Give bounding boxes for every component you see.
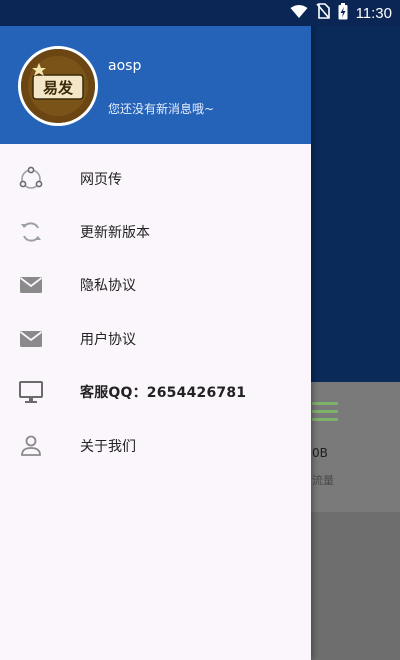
wifi-icon bbox=[290, 4, 308, 23]
menu-item-update[interactable]: 更新新版本 bbox=[0, 205, 311, 258]
menu-item-label: 更新新版本 bbox=[80, 225, 150, 242]
menu-item-about-us[interactable]: 关于我们 bbox=[0, 419, 311, 472]
svg-text:易发: 易发 bbox=[43, 79, 74, 97]
menu-item-label: 隐私协议 bbox=[80, 278, 136, 295]
share-icon bbox=[18, 166, 44, 192]
app-logo-icon: 易发 bbox=[21, 49, 95, 123]
background-card-value: 0B bbox=[312, 446, 328, 460]
battery-charging-icon bbox=[338, 2, 348, 24]
menu-item-label: 用户协议 bbox=[80, 331, 136, 348]
mail-icon bbox=[18, 326, 44, 352]
sync-icon bbox=[18, 219, 44, 245]
menu-item-label: 客服QQ：2654426781 bbox=[80, 385, 247, 402]
menu-item-privacy-policy[interactable]: 隐私协议 bbox=[0, 259, 311, 312]
navigation-drawer: 易发 aosp 您还没有新消息哦~ 网页传 更新新版本 隐私协议 用户协议 客服… bbox=[0, 0, 311, 660]
message-status: 您还没有新消息哦~ bbox=[108, 102, 215, 116]
drawer-menu: 网页传 更新新版本 隐私协议 用户协议 客服QQ：2654426781 关于我们 bbox=[0, 152, 311, 472]
menu-item-web-transfer[interactable]: 网页传 bbox=[0, 152, 311, 205]
status-bar: 11:30 bbox=[0, 0, 400, 26]
mail-icon bbox=[18, 272, 44, 298]
status-time: 11:30 bbox=[355, 4, 392, 22]
background-card-caption: 流量 bbox=[312, 474, 334, 487]
avatar[interactable]: 易发 bbox=[18, 46, 98, 126]
menu-item-customer-service[interactable]: 客服QQ：2654426781 bbox=[0, 366, 311, 419]
menu-item-label: 关于我们 bbox=[80, 438, 136, 455]
menu-item-label: 网页传 bbox=[80, 171, 122, 188]
menu-item-user-agreement[interactable]: 用户协议 bbox=[0, 312, 311, 365]
monitor-icon bbox=[18, 379, 44, 405]
no-sim-icon bbox=[315, 3, 330, 23]
menu-lines-icon bbox=[312, 402, 338, 422]
person-icon bbox=[18, 433, 44, 459]
drawer-header: 易发 aosp 您还没有新消息哦~ bbox=[0, 26, 311, 144]
username: aosp bbox=[108, 58, 142, 74]
